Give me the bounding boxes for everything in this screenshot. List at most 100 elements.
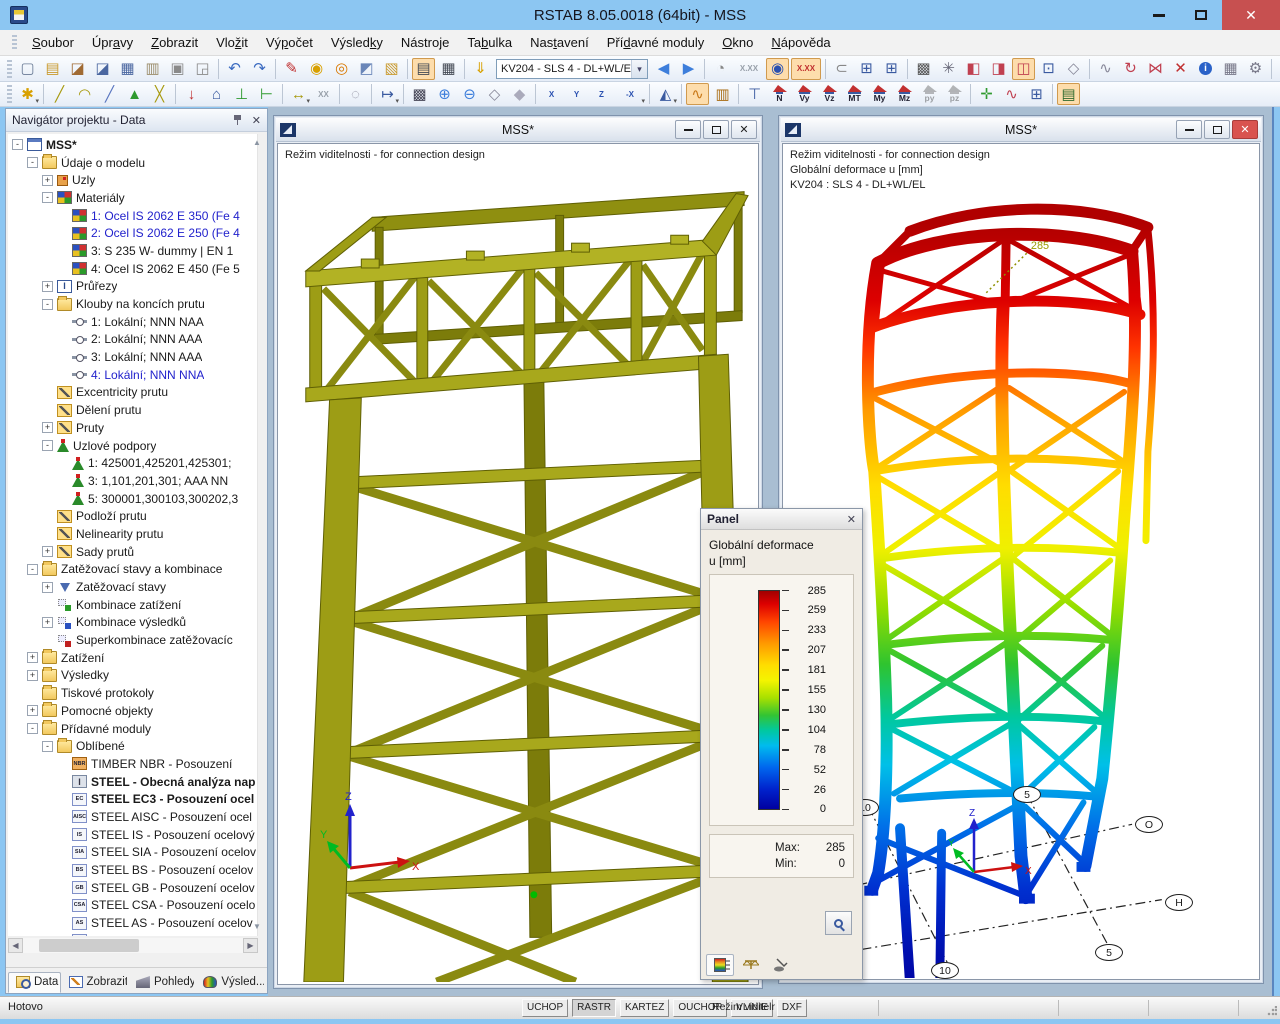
expand-icon[interactable]: + <box>42 281 53 292</box>
expand-icon[interactable]: + <box>42 617 53 628</box>
tree-item[interactable]: NTCSTEEL NTC-DE - Posouzení o <box>12 932 257 936</box>
expand-icon[interactable]: + <box>27 652 38 663</box>
delete-objects-button[interactable]: ✕ <box>1169 58 1192 80</box>
maximize-button[interactable] <box>1180 0 1222 30</box>
apply-loadcase-button[interactable]: ⇓ <box>469 58 492 80</box>
panel-tab-factors[interactable] <box>737 954 765 976</box>
redo-button[interactable]: ↷ <box>248 58 271 80</box>
open-project-button[interactable]: ◪ <box>66 58 89 80</box>
tree-item[interactable]: 5: 300001,300103,300202,3 <box>12 490 257 508</box>
member-release-button[interactable]: ⊢ <box>255 83 278 105</box>
visibility-mode-button[interactable]: ◭▾ <box>654 83 677 105</box>
dropdown-arrow-icon[interactable]: ▾ <box>306 97 310 105</box>
workplane-yz-button[interactable]: ◨ <box>987 58 1010 80</box>
next-loadcase-button[interactable]: ▶ <box>677 58 700 80</box>
navigator-tab-vsled[interactable]: Výsled... <box>195 972 265 993</box>
tree-item[interactable]: 3: 1,101,201,301; AAA NN <box>12 472 257 490</box>
tree-item[interactable]: -Oblíbené <box>12 737 257 755</box>
open-model-button[interactable]: ◪ <box>91 58 114 80</box>
dropdown-arrow-icon[interactable]: ▾ <box>673 97 677 105</box>
status-toggle-dxf[interactable]: DXF <box>777 999 807 1017</box>
pick-object-button[interactable]: ◩ <box>355 58 378 80</box>
tree-item[interactable]: +Zatěžovací stavy <box>12 578 257 596</box>
menu-item-soubor[interactable]: Soubor <box>23 31 83 54</box>
save-button[interactable]: ▦ <box>116 58 139 80</box>
tree-item[interactable]: -Klouby na koncích prutu <box>12 295 257 313</box>
tree-item[interactable]: -Materiály <box>12 189 257 207</box>
tree-item[interactable]: +Kombinace výsledků <box>12 614 257 632</box>
result-mz-button[interactable]: Mz <box>893 83 916 105</box>
tree-item[interactable]: 1: Ocel IS 2062 E 350 (Fe 4 <box>12 207 257 225</box>
menu-item-n-stroje[interactable]: Nástroje <box>392 31 458 54</box>
zoom-out-button[interactable]: ⊖ <box>458 83 481 105</box>
show-results-button[interactable]: ◔ <box>709 58 732 80</box>
new-window-button[interactable]: ▧ <box>380 58 403 80</box>
collapse-icon[interactable]: - <box>27 157 38 168</box>
status-toggle-uchop[interactable]: UCHOP <box>522 999 568 1017</box>
support-reactions-button[interactable]: ⊤ <box>743 83 766 105</box>
tree-scroll-down[interactable]: ▼ <box>251 921 263 933</box>
new-curved-member-button[interactable]: ◠ <box>73 83 96 105</box>
navigator-tab-data[interactable]: Data <box>8 972 61 993</box>
close-button[interactable]: ✕ <box>1222 0 1280 30</box>
collapse-icon[interactable]: - <box>42 192 53 203</box>
loadcase-combobox[interactable]: KV204 - SLS 4 - DL+WL/EL ▾ <box>496 59 648 79</box>
table-grid-button[interactable]: ▦ <box>437 58 460 80</box>
collapse-icon[interactable]: - <box>27 723 38 734</box>
result-diagram-button[interactable]: ∿ <box>1000 83 1023 105</box>
status-toggle-kartez[interactable]: KARTEZ <box>620 999 669 1017</box>
tree-item[interactable]: -Přídavné moduly <box>12 720 257 738</box>
new-file-button[interactable]: ▢ <box>16 58 39 80</box>
scroll-left-arrow[interactable]: ◀ <box>8 938 23 953</box>
result-on-members-button[interactable]: ✛ <box>975 83 998 105</box>
quick-input-button[interactable]: ✎ <box>280 58 303 80</box>
tree-item[interactable]: Kombinace zatížení <box>12 596 257 614</box>
delete-member-button[interactable]: ╳ <box>148 83 171 105</box>
expand-icon[interactable]: + <box>27 705 38 716</box>
tree-item[interactable]: ASSTEEL AS - Posouzení ocelov <box>12 914 257 932</box>
view-y-button[interactable]: Y <box>565 83 588 105</box>
tree-item[interactable]: +Pruty <box>12 419 257 437</box>
tree-item[interactable]: 1: 425001,425201,425301; <box>12 454 257 472</box>
perspective-view-button[interactable]: ◆ <box>508 83 531 105</box>
resize-grip[interactable] <box>1267 1006 1277 1016</box>
model-view-canvas[interactable]: Režim viditelnosti - for connection desi… <box>277 143 759 985</box>
view-minus-x-button[interactable]: -X▾ <box>615 83 645 105</box>
minimize-button[interactable] <box>1138 0 1180 30</box>
view-z-button[interactable]: Z <box>590 83 613 105</box>
isometric-view-button[interactable]: ◇ <box>483 83 506 105</box>
tree-item[interactable]: ISSTEEL IS - Posouzení ocelový <box>12 826 257 844</box>
display-navigator-button[interactable]: ▤ <box>1057 83 1080 105</box>
tree-item[interactable]: AISCSTEEL AISC - Posouzení ocel <box>12 808 257 826</box>
export-view-button[interactable]: ◰ <box>1276 58 1280 80</box>
tree-item[interactable]: +Uzly <box>12 171 257 189</box>
new-truss-button[interactable]: ▲ <box>123 83 146 105</box>
rotate-view-button[interactable]: ◎ <box>330 58 353 80</box>
nodal-load-button[interactable]: ↓ <box>180 83 203 105</box>
expand-icon[interactable]: + <box>42 582 53 593</box>
menu-item-zobrazit[interactable]: Zobrazit <box>142 31 207 54</box>
menu-item-vlo-it[interactable]: Vložit <box>207 31 257 54</box>
pin-icon[interactable] <box>232 114 244 126</box>
tree-item[interactable]: Podloží prutu <box>12 507 257 525</box>
navigator-close-icon[interactable]: ✕ <box>252 114 261 127</box>
new-node-button[interactable]: ✱▾ <box>16 83 39 105</box>
result-my-button[interactable]: My <box>868 83 891 105</box>
dropdown-arrow-icon[interactable]: ▾ <box>395 97 399 105</box>
dropdown-arrow-icon[interactable]: ▾ <box>35 97 39 105</box>
result-mt-button[interactable]: MT <box>843 83 866 105</box>
child-close-button[interactable]: ✕ <box>1232 120 1258 139</box>
navigator-tab-zobrazit[interactable]: Zobrazit <box>61 972 128 993</box>
menu-item-okno[interactable]: Okno <box>713 31 762 54</box>
dropdown-arrow-icon[interactable]: ▾ <box>641 97 645 105</box>
workplane-xy-button[interactable]: ◧ <box>962 58 985 80</box>
print-preview-button[interactable]: ◲ <box>191 58 214 80</box>
expand-icon[interactable]: + <box>42 175 53 186</box>
menu-item-v-po-et[interactable]: Výpočet <box>257 31 322 54</box>
dimension-button[interactable]: ↔▾ <box>287 83 310 105</box>
table-list-button[interactable]: ▤ <box>412 58 435 80</box>
tree-item[interactable]: BSSTEEL BS - Posouzení ocelov <box>12 861 257 879</box>
tree-item[interactable]: 4: Ocel IS 2062 E 450 (Fe 5 <box>12 260 257 278</box>
expand-icon[interactable]: + <box>42 546 53 557</box>
result-tables-button[interactable]: ⊞ <box>1025 83 1048 105</box>
